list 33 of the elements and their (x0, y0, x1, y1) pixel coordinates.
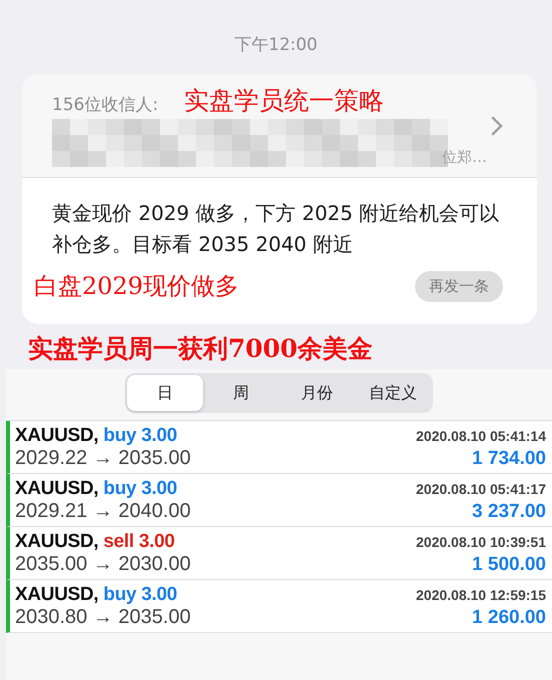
trade-time: 2020.08.10 05:41:14 (416, 428, 546, 444)
chevron-right-icon (491, 116, 503, 136)
period-tab[interactable]: 月份 (279, 375, 355, 411)
timestamp: 下午12:00 (234, 34, 318, 57)
period-tab[interactable]: 自定义 (355, 375, 431, 411)
trade-time: 2020.08.10 12:59:15 (416, 587, 546, 603)
trade-prices: 2029.21 → 2040.00 (15, 500, 191, 523)
trade-prices: 2029.22 → 2035.00 (15, 447, 191, 470)
period-tab[interactable]: 周 (203, 375, 279, 411)
annotation: 实盘学员周一获利7000余美金 (27, 333, 374, 365)
trade-row[interactable]: XAUUSD, buy 3.00 2020.08.10 05:41:17 2029.21 → 2040.00 3 237.00 (6, 474, 552, 527)
trade-title: XAUUSD, buy 3.00 (15, 584, 178, 606)
trade-row[interactable]: XAUUSD, buy 3.00 2020.08.10 05:41:14 2029.22 → 2035.00 1 734.00 (6, 421, 552, 474)
trade-title: XAUUSD, buy 3.00 (15, 478, 178, 500)
trade-profit: 3 237.00 (472, 501, 546, 523)
recipients-header[interactable]: 156位收信人: 实盘学员统一策略 位郑… (22, 74, 537, 178)
trade-row[interactable]: XAUUSD, sell 3.00 2020.08.10 10:39:51 2035.00 → 2030.00 1 500.00 (6, 527, 552, 580)
trade-title: XAUUSD, sell 3.00 (15, 531, 175, 553)
trade-profit: 1 734.00 (472, 448, 546, 470)
trade-profit: 1 500.00 (472, 554, 546, 576)
message-text: 黄金现价 2029 做多，下方 2025 附近给机会可以补仓多。目标看 2035 2040 附近 (52, 200, 500, 258)
trade-title: XAUUSD, buy 3.00 (15, 425, 178, 447)
annotation: 白盘2029现价做多 (34, 271, 240, 302)
trade-row[interactable]: XAUUSD, buy 3.00 2020.08.10 12:59:15 2030.80 → 2035.00 1 260.00 (6, 580, 552, 633)
trade-time: 2020.08.10 05:41:17 (416, 481, 546, 497)
trade-time: 2020.08.10 10:39:51 (416, 534, 546, 550)
recipients-label: 156位收信人: (52, 94, 158, 116)
trade-prices: 2035.00 → 2030.00 (15, 553, 191, 576)
annotation: 实盘学员统一策略 (184, 85, 384, 117)
period-tab[interactable]: 日 (127, 375, 203, 411)
trade-profit: 1 260.00 (472, 607, 546, 629)
trade-prices: 2030.80 → 2035.00 (15, 606, 191, 629)
recipients-tail: 位郑… (442, 148, 487, 167)
